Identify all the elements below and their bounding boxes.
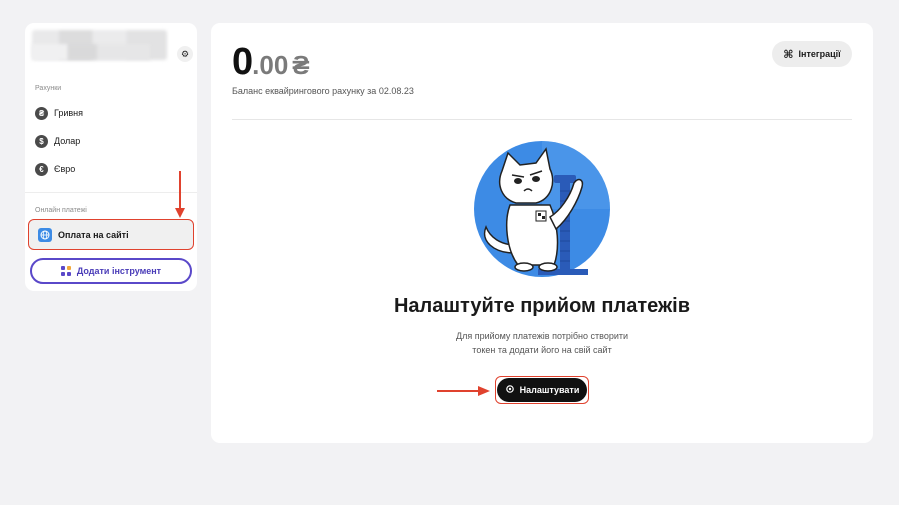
online-payments-section-label: Онлайн платежі <box>35 207 87 214</box>
add-instrument-label: Додати інструмент <box>76 266 162 276</box>
cat-illustration <box>474 141 610 277</box>
setup-button-label: Налаштувати <box>519 385 580 395</box>
description-line-1: Для прийому платежів потрібно створити <box>455 331 629 341</box>
annotation-arrow-right <box>437 386 490 396</box>
annotation-arrow-down <box>175 171 185 218</box>
euro-icon: € <box>35 162 48 176</box>
sidebar-item-euro[interactable]: € Євро <box>35 161 75 177</box>
setup-button[interactable]: Налаштувати <box>497 378 587 402</box>
balance-integer: 0 <box>232 41 253 83</box>
gear-icon <box>505 384 515 396</box>
sidebar-item-label: Долар <box>54 136 81 146</box>
sidebar-item-label: Євро <box>54 164 76 174</box>
integrations-button[interactable]: ⌘ Інтеграції <box>772 41 852 67</box>
main-panel: 0 .00 ₴ Баланс еквайрингового рахунку за… <box>211 23 873 443</box>
sidebar-item-hryvnia[interactable]: ₴ Гривня <box>35 105 83 121</box>
sidebar-item-site-payment[interactable]: Оплата на сайті <box>28 219 194 250</box>
sidebar-item-label: Оплата на сайті <box>58 229 129 240</box>
dollar-icon: $ <box>35 134 48 148</box>
description-line-2: токен та додати його на свій сайт <box>472 345 612 355</box>
main-divider <box>232 119 852 120</box>
balance-caption: Баланс еквайрингового рахунку за 02.08.2… <box>232 86 414 96</box>
add-instrument-button[interactable]: Додати інструмент <box>30 258 192 284</box>
apps-icon <box>60 266 71 276</box>
account-header[interactable]: ⚙ <box>32 30 193 66</box>
settings-gear-icon[interactable]: ⚙ <box>177 46 193 62</box>
sidebar-divider <box>25 192 197 193</box>
command-icon: ⌘ <box>783 48 794 61</box>
globe-icon <box>38 227 52 242</box>
setup-button-outline: Налаштувати <box>495 376 589 404</box>
sidebar-item-dollar[interactable]: $ Долар <box>35 133 80 149</box>
integrations-label: Інтеграції <box>798 49 841 59</box>
balance-decimal: .00 <box>252 50 289 80</box>
accounts-section-label: Рахунки <box>35 85 62 92</box>
blurred-account-detail <box>32 44 150 60</box>
sidebar: ⚙ Рахунки ₴ Гривня $ Долар € Євро Онлайн… <box>25 23 197 291</box>
currency-symbol: ₴ <box>292 50 310 80</box>
page-title: Налаштуйте прийом платежів <box>393 295 691 317</box>
description: Для прийому платежів потрібно створити т… <box>211 329 873 357</box>
balance-amount: 0 .00 ₴ <box>232 41 310 84</box>
hryvnia-icon: ₴ <box>35 106 48 120</box>
sidebar-item-label: Гривня <box>54 108 84 118</box>
